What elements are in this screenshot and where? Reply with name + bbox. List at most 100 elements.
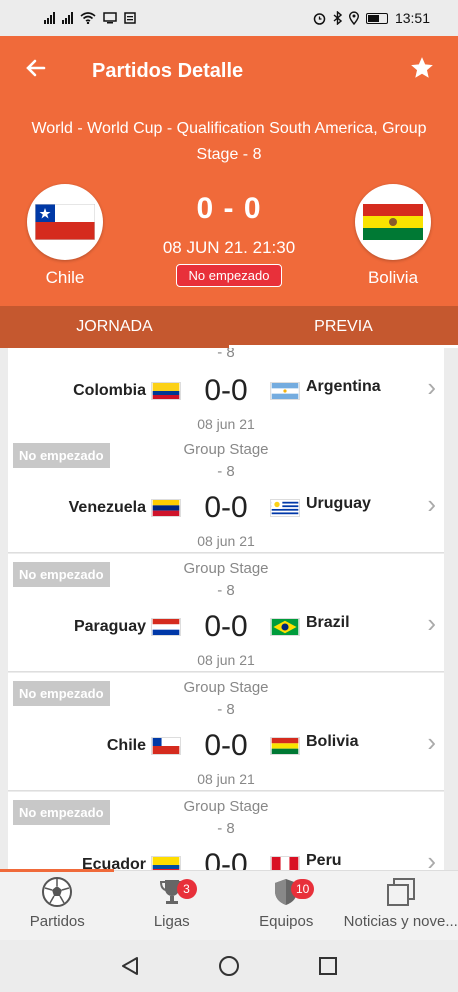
stage-line: Group Stage [183, 441, 269, 458]
match-date: 08 jun 21 [197, 771, 255, 787]
page-title: Partidos Detalle [92, 59, 244, 82]
nav-partidos[interactable]: Partidos [0, 871, 115, 940]
chevron-right-icon: › [427, 846, 436, 870]
nav-label: Equipos [259, 913, 314, 930]
chile-flag-icon [151, 737, 181, 755]
match-card[interactable]: No empezado Group Stage - 8 Paraguay 0-0 … [8, 554, 444, 672]
match-row: Paraguay 0-0 Brazil [8, 608, 444, 648]
nav-label: Partidos [29, 913, 85, 930]
back-triangle-icon[interactable] [119, 955, 141, 977]
app-bar: Partidos Detalle [0, 36, 458, 106]
system-navigation [0, 940, 458, 992]
match-score: 0-0 [204, 729, 248, 762]
stage-line: Group Stage [183, 560, 269, 577]
stage-line: Group Stage [183, 679, 269, 696]
match-card[interactable]: - 8 Colombia 0-0 Argentina 08 jun 21 › [8, 348, 444, 436]
home-circle-icon[interactable] [218, 955, 240, 977]
home-team-name: Venezuela [68, 499, 146, 516]
bottom-navigation: Partidos 3 Ligas 10 Equipos Noticias y n… [0, 869, 458, 940]
nav-label: Ligas [153, 913, 190, 930]
match-row: Chile 0-0 Bolivia [8, 727, 444, 767]
match-score: 0-0 [204, 491, 248, 524]
equipos-badge: 10 [291, 879, 315, 899]
recents-square-icon[interactable] [317, 955, 339, 977]
match-header: Partidos Detalle World - World Cup - Qua… [0, 36, 458, 306]
match-stage: Group Stage - 8 [8, 677, 444, 721]
message-icon [124, 12, 136, 24]
match-card[interactable]: No empezado Group Stage - 8 Chile 0-0 Bol… [8, 673, 444, 791]
signal-icon [44, 12, 55, 24]
wifi-icon [80, 12, 96, 24]
match-row: Venezuela 0-0 Uruguay [8, 489, 444, 529]
match-date: 08 jun 21 [197, 533, 255, 549]
competition-name: World - World Cup - Qualification South … [31, 120, 427, 163]
brazil-flag-icon [270, 618, 300, 636]
away-team-name: Brazil [306, 614, 350, 631]
ligas-badge: 3 [176, 879, 197, 899]
battery-icon [365, 12, 388, 24]
match-date: 08 jun 21 [197, 652, 255, 668]
nav-ligas[interactable]: 3 Ligas [115, 871, 230, 940]
away-team-name: Bolivia [367, 268, 419, 287]
status-badge: No empezado [175, 264, 283, 287]
chevron-right-icon: › [427, 372, 436, 402]
tab-previa[interactable]: PREVIA [229, 306, 458, 348]
nav-equipos[interactable]: 10 Equipos [229, 871, 344, 940]
back-arrow-icon[interactable] [14, 55, 58, 87]
match-stage: Group Stage - 8 [8, 439, 444, 483]
venezuela-flag-icon [151, 499, 181, 517]
away-team-name: Argentina [306, 378, 381, 395]
clock: 13:51 [394, 10, 430, 26]
match-date: 08 jun 21 [197, 416, 255, 432]
home-team-name: Ecuador [81, 856, 146, 870]
home-team-name: Paraguay [73, 618, 146, 635]
colombia-flag-icon [151, 382, 181, 400]
shield-icon: 10 [229, 871, 344, 913]
uruguay-flag-icon [270, 499, 300, 517]
trophy-icon: 3 [115, 871, 230, 913]
match-row: Ecuador 0-0 Peru [8, 846, 444, 870]
nav-noticias[interactable]: Noticias y nove... [344, 871, 458, 940]
match-row: Colombia 0-0 Argentina [8, 372, 444, 412]
match-score: 0-0 [204, 374, 248, 407]
away-team[interactable]: Bolivia [343, 184, 443, 288]
ecuador-flag-icon [151, 856, 181, 870]
match-summary: Chile 0 - 0 08 JUN 21. 21:30 No empezado… [0, 174, 458, 304]
stage-round: - 8 [217, 701, 235, 718]
home-team-name: Colombia [73, 382, 146, 399]
chevron-right-icon: › [427, 489, 436, 519]
match-card[interactable]: No empezado Group Stage - 8 Venezuela 0-0… [8, 435, 444, 553]
away-team-name: Peru [306, 852, 342, 869]
stage-round: - 8 [217, 463, 235, 480]
match-stage: Group Stage - 8 [8, 558, 444, 602]
paraguay-flag-icon [151, 618, 181, 636]
argentina-flag-icon [270, 382, 300, 400]
signal-icon-2 [62, 12, 73, 24]
away-team-name: Uruguay [306, 495, 371, 512]
location-icon [348, 11, 359, 25]
match-stage: Group Stage - 8 [8, 796, 444, 840]
favorite-star-icon[interactable] [400, 55, 444, 88]
tab-jornada[interactable]: JORNADA [0, 306, 229, 348]
alarm-icon [313, 12, 326, 25]
chevron-right-icon: › [427, 608, 436, 638]
soccer-ball-icon [0, 871, 115, 913]
away-team-name: Bolivia [306, 733, 359, 750]
bolivia-crest [355, 184, 431, 260]
bolivia-flag-icon [270, 737, 300, 755]
status-bar: 13:51 [0, 0, 458, 36]
stage-line: Group Stage [183, 798, 269, 815]
nav-label: Noticias y nove... [343, 913, 458, 930]
news-icon [344, 871, 458, 913]
screen-icon [103, 12, 117, 24]
home-team-name: Chile [106, 737, 146, 754]
tab-bar: JORNADA PREVIA [0, 306, 458, 348]
matches-list[interactable]: - 8 Colombia 0-0 Argentina 08 jun 21 › N… [0, 348, 458, 870]
peru-flag-icon [270, 856, 300, 870]
chevron-right-icon: › [427, 727, 436, 757]
match-stage: - 8 [217, 348, 235, 361]
bluetooth-icon [333, 11, 342, 25]
stage-round: - 8 [217, 582, 235, 599]
match-card[interactable]: No empezado Group Stage - 8 Ecuador 0-0 P… [8, 792, 444, 870]
stage-round: - 8 [217, 820, 235, 837]
